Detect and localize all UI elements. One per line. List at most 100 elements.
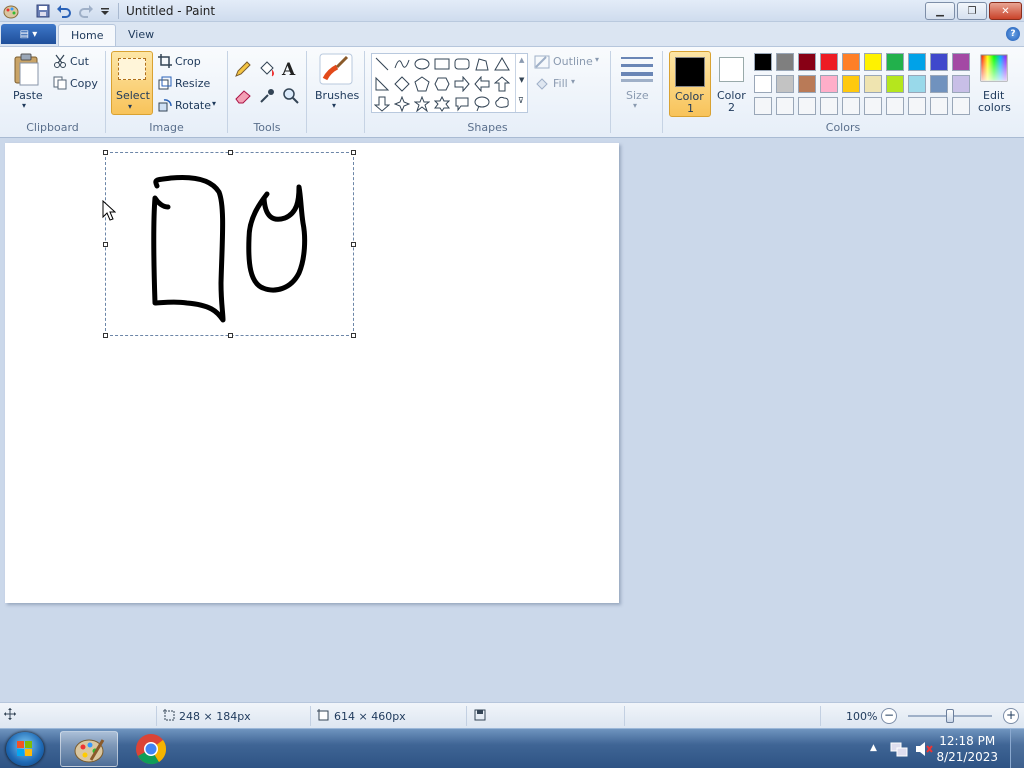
palette-color-swatch[interactable] bbox=[864, 97, 882, 115]
color1-button[interactable]: Color 1 bbox=[669, 51, 711, 117]
rounded-rectangle-shape-icon[interactable] bbox=[454, 56, 470, 72]
tab-home[interactable]: Home bbox=[58, 24, 117, 46]
selection-handle-s[interactable] bbox=[228, 333, 233, 338]
six-point-star-shape-icon[interactable] bbox=[433, 95, 451, 112]
selection-rectangle[interactable] bbox=[103, 150, 356, 338]
palette-color-swatch[interactable] bbox=[864, 75, 882, 93]
fill-with-color-icon[interactable] bbox=[258, 60, 276, 81]
paste-dropdown-icon[interactable]: ▾ bbox=[22, 101, 26, 110]
shapes-scroll[interactable]: ▲ ▼ ⊽ bbox=[515, 54, 528, 112]
scroll-down-icon[interactable]: ▼ bbox=[519, 76, 524, 84]
eraser-icon[interactable] bbox=[234, 87, 252, 108]
brushes-icon[interactable] bbox=[319, 53, 353, 88]
selection-handle-e[interactable] bbox=[351, 242, 356, 247]
palette-color-swatch[interactable] bbox=[754, 75, 772, 93]
palette-color-swatch[interactable] bbox=[886, 75, 904, 93]
cut-icon[interactable] bbox=[53, 54, 67, 71]
curve-shape-icon[interactable] bbox=[394, 56, 410, 72]
palette-color-swatch[interactable] bbox=[776, 97, 794, 115]
brushes-label[interactable]: Brushes bbox=[315, 89, 359, 102]
volume-muted-icon[interactable] bbox=[914, 740, 934, 761]
cut-button[interactable]: Cut bbox=[70, 55, 89, 68]
four-point-star-shape-icon[interactable] bbox=[393, 95, 411, 113]
size-dropdown-icon[interactable]: ▾ bbox=[633, 101, 637, 110]
undo-icon[interactable] bbox=[56, 3, 72, 19]
edit-colors-icon[interactable] bbox=[980, 54, 1008, 85]
restore-button[interactable]: ❐ bbox=[957, 2, 987, 20]
palette-color-swatch[interactable] bbox=[820, 97, 838, 115]
palette-color-swatch[interactable] bbox=[864, 53, 882, 71]
pencil-icon[interactable] bbox=[234, 60, 252, 81]
palette-color-swatch[interactable] bbox=[798, 97, 816, 115]
palette-color-swatch[interactable] bbox=[754, 97, 772, 115]
palette-color-swatch[interactable] bbox=[820, 75, 838, 93]
selection-handle-w[interactable] bbox=[103, 242, 108, 247]
scroll-up-icon[interactable]: ▲ bbox=[519, 56, 524, 64]
paste-icon[interactable] bbox=[12, 53, 42, 90]
paint-app-icon[interactable] bbox=[3, 3, 19, 19]
palette-color-swatch[interactable] bbox=[930, 53, 948, 71]
oval-shape-icon[interactable] bbox=[414, 56, 430, 72]
color2-button[interactable]: Color 2 bbox=[713, 51, 751, 117]
palette-color-swatch[interactable] bbox=[842, 97, 860, 115]
rotate-icon[interactable] bbox=[158, 98, 172, 115]
palette-color-swatch[interactable] bbox=[886, 53, 904, 71]
crop-icon[interactable] bbox=[158, 54, 172, 71]
selection-handle-ne[interactable] bbox=[351, 150, 356, 155]
hexagon-shape-icon[interactable] bbox=[434, 76, 450, 92]
resize-icon[interactable] bbox=[158, 76, 172, 93]
zoom-in-icon[interactable]: + bbox=[1003, 708, 1019, 724]
left-arrow-shape-icon[interactable] bbox=[474, 75, 490, 93]
down-arrow-shape-icon[interactable] bbox=[373, 96, 391, 112]
zoom-out-icon[interactable]: − bbox=[881, 708, 897, 724]
rounded-callout-shape-icon[interactable] bbox=[454, 96, 470, 112]
help-icon[interactable]: ? bbox=[1006, 27, 1020, 41]
palette-color-swatch[interactable] bbox=[930, 97, 948, 115]
drawing-canvas[interactable] bbox=[5, 143, 619, 603]
cloud-callout-shape-icon[interactable] bbox=[494, 96, 510, 112]
palette-color-swatch[interactable] bbox=[908, 75, 926, 93]
minimize-button[interactable]: ▁ bbox=[925, 2, 955, 20]
tab-view[interactable]: View bbox=[116, 24, 166, 46]
line-shape-icon[interactable] bbox=[374, 56, 390, 72]
fill-button[interactable]: Fill bbox=[553, 77, 568, 90]
right-arrow-shape-icon[interactable] bbox=[454, 75, 470, 93]
zoom-slider-thumb[interactable] bbox=[946, 709, 954, 723]
up-arrow-shape-icon[interactable] bbox=[493, 76, 511, 92]
crop-button[interactable]: Crop bbox=[175, 55, 201, 68]
rotate-dropdown-icon[interactable]: ▾ bbox=[212, 99, 216, 108]
redo-icon[interactable] bbox=[78, 3, 94, 19]
palette-color-swatch[interactable] bbox=[952, 75, 970, 93]
expand-gallery-icon[interactable]: ⊽ bbox=[518, 96, 524, 105]
outline-dropdown-icon[interactable]: ▾ bbox=[595, 55, 599, 64]
close-button[interactable]: ✕ bbox=[989, 2, 1022, 20]
palette-color-swatch[interactable] bbox=[908, 97, 926, 115]
palette-color-swatch[interactable] bbox=[886, 97, 904, 115]
triangle-shape-icon[interactable] bbox=[494, 56, 510, 72]
size-icon[interactable] bbox=[620, 55, 654, 86]
save-icon[interactable] bbox=[35, 3, 51, 19]
palette-color-swatch[interactable] bbox=[776, 75, 794, 93]
rectangle-shape-icon[interactable] bbox=[434, 56, 450, 72]
palette-color-swatch[interactable] bbox=[820, 53, 838, 71]
canvas-workspace[interactable] bbox=[0, 138, 1024, 702]
paint-menu-button[interactable]: ▤ ▾ bbox=[1, 24, 56, 44]
fill-icon[interactable] bbox=[534, 77, 550, 94]
customize-dropdown-icon[interactable] bbox=[100, 3, 116, 19]
palette-color-swatch[interactable] bbox=[754, 53, 772, 71]
polygon-shape-icon[interactable] bbox=[474, 56, 490, 72]
palette-color-swatch[interactable] bbox=[952, 53, 970, 71]
five-point-star-shape-icon[interactable] bbox=[413, 95, 431, 113]
palette-color-swatch[interactable] bbox=[930, 75, 948, 93]
selection-handle-sw[interactable] bbox=[103, 333, 108, 338]
show-hidden-icons[interactable]: ▲ bbox=[870, 743, 877, 753]
text-tool-icon[interactable]: A bbox=[282, 60, 295, 80]
copy-button[interactable]: Copy bbox=[70, 77, 98, 90]
outline-icon[interactable] bbox=[534, 55, 550, 72]
system-clock[interactable]: 12:18 PM 8/21/2023 bbox=[936, 733, 998, 765]
brushes-dropdown-icon[interactable]: ▾ bbox=[332, 101, 336, 110]
select-button[interactable]: Select ▾ bbox=[111, 51, 153, 115]
magnifier-icon[interactable] bbox=[282, 87, 300, 108]
start-button[interactable] bbox=[6, 732, 44, 766]
palette-color-swatch[interactable] bbox=[842, 75, 860, 93]
